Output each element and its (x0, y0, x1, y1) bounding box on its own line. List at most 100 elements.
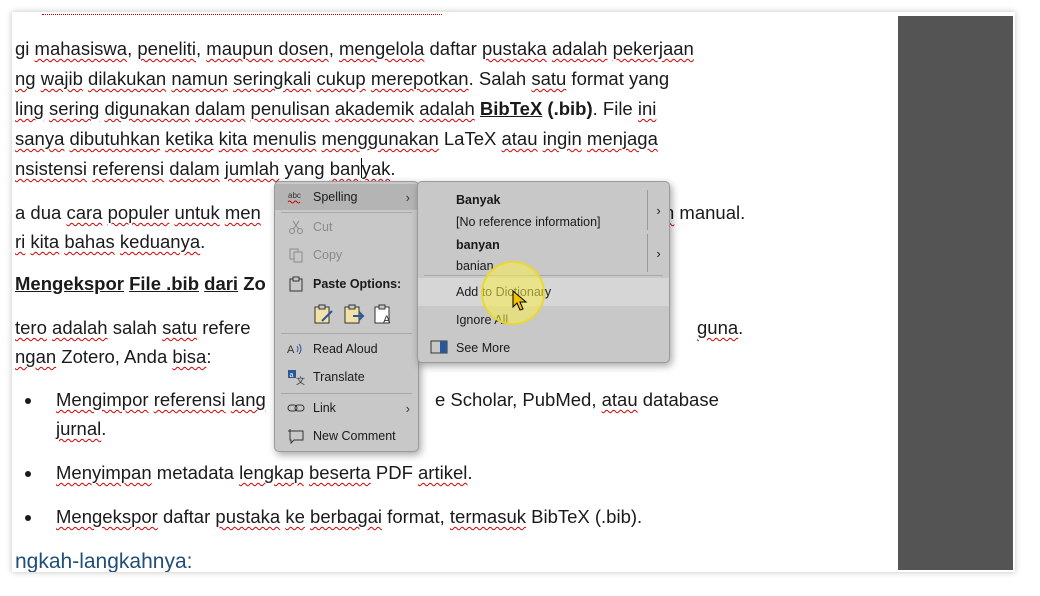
para3-line1-end: guna. (697, 317, 743, 339)
suggestion-item[interactable]: banyan banian (418, 232, 669, 274)
menu-item-paste-options: Paste Options: (275, 271, 418, 297)
menu-label: Spelling (313, 190, 358, 204)
text-run: atau (501, 128, 538, 149)
text-run: dilakukan (88, 68, 167, 89)
menu-item-translate[interactable]: a文 Translate (275, 364, 418, 390)
text-run: sering (48, 98, 100, 119)
text-run: akademik (334, 98, 415, 119)
text-run: dalam (195, 98, 246, 119)
text-run: pekerjaan (612, 38, 694, 59)
text-run: bahas (64, 231, 115, 252)
link-icon (287, 399, 305, 417)
text-run: adalah (419, 98, 475, 119)
text-run: peneliti (137, 38, 197, 59)
paste-merge-formatting-icon[interactable] (343, 303, 365, 325)
svg-text:abc: abc (288, 191, 301, 200)
para1-line3: ling sering digunakan dalam penulisan ak… (15, 98, 656, 120)
para1-line1: gi mahasiswa, peneliti, maupun dosen, me… (15, 38, 694, 60)
svg-text:文: 文 (296, 375, 305, 385)
suggestion-word: banyan (456, 238, 500, 252)
paste-keep-formatting-icon[interactable] (313, 303, 333, 325)
text-run: a dua (15, 202, 67, 223)
text-run: . (101, 418, 107, 439)
menu-label: Read Aloud (313, 342, 378, 356)
text-run: , (196, 38, 207, 59)
text-run: pustaka (481, 38, 547, 59)
text-run: artikel (418, 462, 468, 483)
text-run: Mengekspor (56, 506, 158, 527)
heading-mengekspor: Mengekspor File .bib dari Zo (15, 273, 266, 295)
text-run: ini (637, 98, 657, 119)
para2-line1-start: a dua cara populer untuk men (15, 202, 261, 224)
suggestion-item[interactable]: Banyak [No reference information] (418, 186, 669, 232)
text-run: cara (66, 202, 103, 223)
text-run: keduanya (119, 231, 201, 252)
text-run: beserta (309, 462, 371, 483)
text-run: lengkap (239, 462, 304, 483)
text-run: (.bib) (542, 98, 593, 119)
para1-line2: ng wajib dilakukan namun seringkali cuku… (15, 68, 669, 90)
text-run: dalam (169, 158, 220, 179)
text-run: ke (285, 506, 305, 527)
text-run: Zotero, Anda (56, 346, 173, 367)
menu-item-read-aloud[interactable]: A Read Aloud (275, 336, 418, 362)
text-run: wajib (40, 68, 83, 89)
menu-item-link[interactable]: Link › (275, 395, 418, 421)
ignore-all-button[interactable]: Ignore All (418, 306, 669, 334)
text-run: ri (15, 231, 26, 252)
menu-item-copy[interactable]: Copy (275, 242, 418, 268)
menu-label: Copy (313, 248, 343, 262)
text-run: PDF (370, 462, 419, 483)
text-run: metadata (151, 462, 240, 483)
menu-item-cut[interactable]: Cut (275, 214, 418, 240)
text-run: sanya (15, 128, 65, 149)
spelling-submenu: Banyak [No reference information] › bany… (417, 181, 670, 363)
para3-line1-start: tero adalah salah satu refere (15, 317, 251, 339)
text-run: menjaga (586, 128, 658, 149)
text-run: Mengimpor (56, 389, 149, 410)
text-run: BibTeX (479, 98, 543, 119)
text-run: Menyimpan (56, 462, 152, 483)
previous-line-squiggle (42, 14, 442, 17)
text-run: mahasiswa (34, 38, 128, 59)
see-more-button[interactable]: See More (418, 334, 669, 362)
text-run: . (738, 317, 744, 338)
suggestion-detail: [No reference information] (456, 215, 601, 229)
text-run: seringkali (233, 68, 312, 89)
clipboard-icon (287, 275, 305, 293)
text-run: satu (162, 317, 198, 338)
text-run: manual. (674, 202, 746, 223)
right-side-pane (898, 16, 1013, 570)
text-run: . (390, 158, 396, 179)
text-run: refere (197, 317, 251, 338)
text-run: cukup (316, 68, 366, 89)
text-run: format, (382, 506, 450, 527)
text-run: . File (592, 98, 638, 119)
text-run: mengelola (338, 38, 425, 59)
text-run: lang (230, 389, 266, 410)
menu-item-spelling[interactable]: abc Spelling › (275, 184, 418, 210)
text-run: bisa (172, 346, 207, 367)
text-run: dosen (278, 38, 329, 59)
text-run: nsistensi (15, 158, 87, 179)
paste-text-only-icon[interactable]: A (373, 303, 393, 326)
text-run: e Scholar, PubMed, (435, 389, 602, 410)
chevron-right-icon[interactable]: › (647, 190, 669, 230)
text-run: . Salah (468, 68, 532, 89)
menu-item-new-comment[interactable]: New Comment (275, 423, 418, 449)
bullet-dot (25, 398, 31, 404)
text-run: menulis (252, 128, 317, 149)
text-run: kita (30, 231, 60, 252)
chevron-right-icon[interactable]: › (647, 234, 669, 272)
bullet1-line2: jurnal. (56, 418, 106, 440)
text-run: Zo (238, 273, 266, 294)
svg-text:A: A (287, 344, 295, 356)
text-run: jurnal (56, 418, 102, 439)
text-run: adalah (551, 38, 608, 59)
text-run: termasuk (449, 506, 526, 527)
text-run: BibTeX (.bib). (525, 506, 643, 527)
text-run: yak (361, 158, 391, 179)
text-run: untuk (174, 202, 220, 223)
text-run: , (127, 38, 138, 59)
text-run: kita (218, 128, 248, 149)
